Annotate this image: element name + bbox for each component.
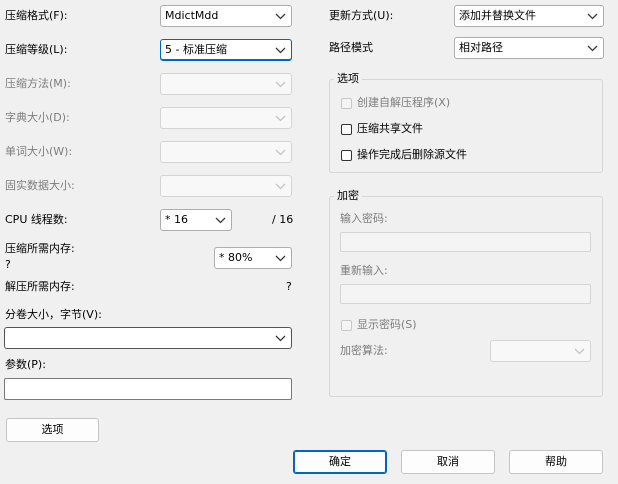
format-value: MdictMdd [165, 9, 219, 22]
encryption-method-select[interactable] [490, 340, 591, 362]
dict-size-select[interactable] [160, 107, 292, 129]
threads-total: / 16 [272, 213, 294, 226]
word-size-label: 单词大小(W): [5, 145, 73, 158]
reenter-input[interactable] [340, 284, 591, 304]
ok-button[interactable]: 确定 [293, 450, 387, 474]
method-label: 压缩方法(M): [5, 77, 71, 90]
format-label: 压缩格式(F): [5, 9, 68, 22]
sfx-label: 创建自解压程序(X) [357, 96, 451, 109]
checkbox-box [341, 123, 352, 135]
mem-compress-label: 压缩所需内存: [5, 242, 75, 255]
chevron-down-icon [275, 255, 286, 262]
shared-files-label: 压缩共享文件 [357, 122, 423, 135]
chevron-down-icon [275, 115, 286, 122]
threads-value: * 16 [165, 213, 188, 226]
chevron-down-icon [275, 149, 286, 156]
update-mode-label: 更新方式(U): [329, 9, 394, 22]
chevron-down-icon [587, 45, 598, 52]
shared-files-checkbox[interactable]: 压缩共享文件 [341, 122, 423, 136]
threads-label: CPU 线程数: [5, 213, 68, 226]
chevron-down-icon [275, 81, 286, 88]
volume-combobox[interactable] [4, 327, 292, 349]
chevron-down-icon [275, 183, 286, 190]
mem-decompress-label: 解压所需内存: [5, 280, 75, 293]
options-button[interactable]: 选项 [6, 418, 99, 442]
encryption-group-title: 加密 [334, 189, 362, 203]
dict-size-label: 字典大小(D): [5, 111, 70, 124]
chevron-down-icon [574, 348, 585, 355]
chevron-down-icon [275, 13, 286, 20]
options-group-title: 选项 [334, 72, 362, 86]
path-mode-select[interactable]: 相对路径 [454, 37, 604, 59]
method-select[interactable] [160, 73, 292, 95]
sfx-checkbox[interactable]: 创建自解压程序(X) [341, 96, 450, 110]
level-label: 压缩等级(L): [5, 43, 68, 56]
delete-after-label: 操作完成后删除源文件 [357, 148, 467, 161]
solid-size-label: 固实数据大小: [5, 179, 75, 192]
format-select[interactable]: MdictMdd [160, 5, 292, 27]
show-password-label: 显示密码(S) [357, 318, 417, 331]
path-mode-label: 路径模式 [329, 41, 373, 54]
delete-after-checkbox[interactable]: 操作完成后删除源文件 [341, 148, 467, 162]
level-select[interactable]: 5 - 标准压缩 [160, 39, 292, 61]
show-password-checkbox[interactable]: 显示密码(S) [341, 318, 417, 332]
chevron-down-icon [587, 13, 598, 20]
solid-size-select[interactable] [160, 175, 292, 197]
mem-percent-select[interactable]: * 80% [214, 247, 292, 269]
mem-decompress-value: ? [286, 280, 292, 293]
reenter-label: 重新输入: [340, 264, 388, 277]
checkbox-box [341, 97, 352, 109]
volume-label: 分卷大小，字节(V): [5, 308, 102, 321]
mem-compress-value: ? [5, 258, 11, 271]
help-button[interactable]: 帮助 [509, 450, 603, 474]
path-mode-value: 相对路径 [459, 41, 503, 54]
checkbox-box [341, 149, 352, 161]
cancel-button[interactable]: 取消 [401, 450, 495, 474]
encryption-method-label: 加密算法: [340, 344, 388, 357]
params-label: 参数(P): [5, 358, 46, 371]
password-label: 输入密码: [340, 212, 388, 225]
chevron-down-icon [275, 47, 286, 54]
update-mode-value: 添加并替换文件 [459, 9, 536, 22]
update-mode-select[interactable]: 添加并替换文件 [454, 5, 604, 27]
mem-percent-value: * 80% [219, 251, 253, 264]
chevron-down-icon [275, 335, 286, 342]
word-size-select[interactable] [160, 141, 292, 163]
password-input[interactable] [340, 232, 591, 252]
level-value: 5 - 标准压缩 [165, 43, 227, 56]
checkbox-box [341, 319, 352, 331]
params-input[interactable] [4, 378, 292, 400]
chevron-down-icon [215, 217, 226, 224]
threads-select[interactable]: * 16 [160, 209, 232, 231]
